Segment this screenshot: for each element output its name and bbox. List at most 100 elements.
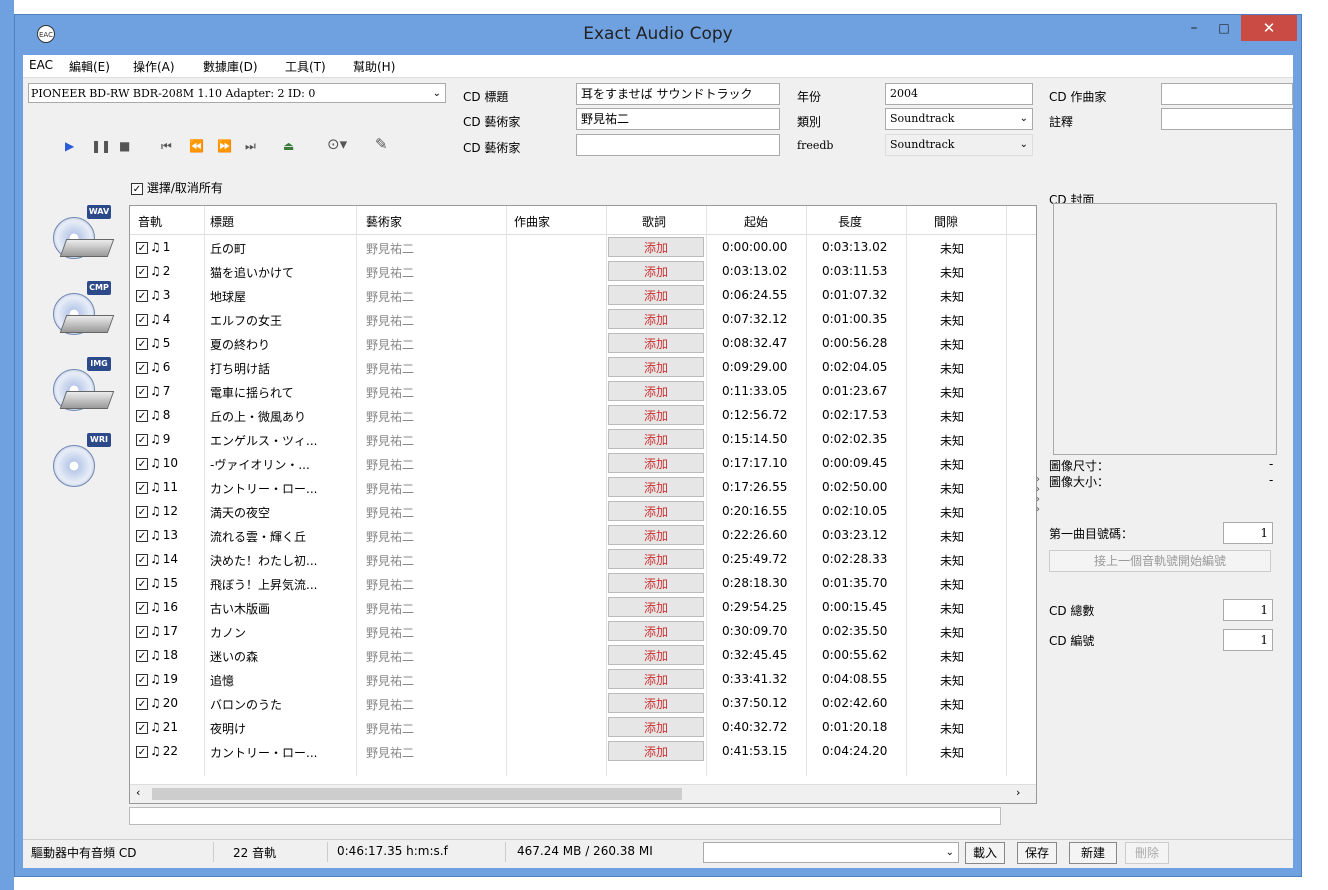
add-lyrics-button[interactable]: 添加 <box>608 741 704 761</box>
add-lyrics-button[interactable]: 添加 <box>608 525 704 545</box>
eject-icon[interactable]: ⏏ <box>283 139 294 153</box>
table-row[interactable]: ✓ ♫ 14 決めた！わたし初... 野見祐二 添加 0:25:49.72 0:02:28.3… <box>130 548 1036 571</box>
scrollbar-thumb[interactable] <box>152 788 682 800</box>
first-track-field[interactable]: 1 <box>1223 522 1273 544</box>
add-lyrics-button[interactable]: 添加 <box>608 333 704 353</box>
cd-artist-field[interactable]: 野見祐二 <box>576 108 780 130</box>
track-cell[interactable]: ✓ ♫ 19 <box>136 672 178 686</box>
panel-toggle-arrows[interactable]: › › › › <box>1033 475 1043 515</box>
horizontal-scrollbar[interactable]: ‹ › <box>130 784 1036 803</box>
add-lyrics-button[interactable]: 添加 <box>608 453 704 473</box>
table-row[interactable]: ✓ ♫ 6 打ち明け話 野見祐二 添加 0:09:29.00 0:02:04.05 未知 <box>130 356 1036 379</box>
table-row[interactable]: ✓ ♫ 5 夏の終わり 野見祐二 添加 0:08:32.47 0:00:56.28 未知 <box>130 332 1036 355</box>
checkbox-checked-icon[interactable]: ✓ <box>136 745 148 758</box>
track-artist[interactable]: 野見祐二 <box>366 720 414 737</box>
col-artist[interactable]: 藝術家 <box>366 213 402 230</box>
checkbox-checked-icon[interactable]: ✓ <box>136 313 148 326</box>
track-cell[interactable]: ✓ ♫ 18 <box>136 648 178 662</box>
track-artist[interactable]: 野見祐二 <box>366 672 414 689</box>
add-lyrics-button[interactable]: 添加 <box>608 285 704 305</box>
track-artist[interactable]: 野見祐二 <box>366 432 414 449</box>
table-row[interactable]: ✓ ♫ 7 電車に揺られて 野見祐二 添加 0:11:33.05 0:01:23.67 未知 <box>130 380 1036 403</box>
table-row[interactable]: ✓ ♫ 22 カントリー・ロー... 野見祐二 添加 0:41:53.15 0:04:24.2… <box>130 740 1036 763</box>
cd-number-field[interactable]: 1 <box>1223 629 1273 651</box>
track-title[interactable]: 決めた！わたし初... <box>210 552 317 569</box>
track-title[interactable]: 電車に揺られて <box>210 384 294 401</box>
add-lyrics-button[interactable]: 添加 <box>608 261 704 281</box>
track-cell[interactable]: ✓ ♫ 21 <box>136 720 178 734</box>
track-title[interactable]: 満天の夜空 <box>210 504 270 521</box>
col-gap[interactable]: 間隙 <box>934 213 958 230</box>
select-all-checkbox[interactable]: ✓ 選擇/取消所有 <box>131 179 223 196</box>
write-cd-button[interactable]: WRI <box>51 433 113 489</box>
track-cell[interactable]: ✓ ♫ 3 <box>136 288 170 302</box>
checkbox-checked-icon[interactable]: ✓ <box>136 289 148 302</box>
add-lyrics-button[interactable]: 添加 <box>608 549 704 569</box>
track-title[interactable]: バロンのうた <box>210 696 282 713</box>
table-row[interactable]: ✓ ♫ 21 夜明け 野見祐二 添加 0:40:32.72 0:01:20.18 未知 <box>130 716 1036 739</box>
track-cell[interactable]: ✓ ♫ 17 <box>136 624 178 638</box>
col-lyrics[interactable]: 歌詞 <box>642 213 666 230</box>
checkbox-checked-icon[interactable]: ✓ <box>136 457 148 470</box>
fast-forward-icon[interactable]: ⏩ <box>217 139 232 153</box>
checkbox-checked-icon[interactable]: ✓ <box>136 601 148 614</box>
checkbox-checked-icon[interactable]: ✓ <box>136 409 148 422</box>
track-title[interactable]: 迷いの森 <box>210 648 258 665</box>
add-lyrics-button[interactable]: 添加 <box>608 309 704 329</box>
track-title[interactable]: 地球屋 <box>210 288 246 305</box>
track-cell[interactable]: ✓ ♫ 16 <box>136 600 178 614</box>
copy-image-button[interactable]: IMG <box>51 357 115 413</box>
track-artist[interactable]: 野見祐二 <box>366 240 414 257</box>
track-artist[interactable]: 野見祐二 <box>366 648 414 665</box>
menu-eac[interactable]: EAC <box>29 58 53 72</box>
add-lyrics-button[interactable]: 添加 <box>608 477 704 497</box>
col-length[interactable]: 長度 <box>838 213 862 230</box>
track-artist[interactable]: 野見祐二 <box>366 384 414 401</box>
checkbox-checked-icon[interactable]: ✓ <box>136 697 148 710</box>
checkbox-checked-icon[interactable]: ✓ <box>136 625 148 638</box>
track-cell[interactable]: ✓ ♫ 6 <box>136 360 170 374</box>
copy-wav-button[interactable]: WAV <box>51 205 115 261</box>
track-title[interactable]: 夏の終わり <box>210 336 270 353</box>
freedb-icon[interactable]: ✎ <box>375 135 388 153</box>
track-cell[interactable]: ✓ ♫ 20 <box>136 696 178 710</box>
checkbox-checked-icon[interactable]: ✓ <box>136 529 148 542</box>
track-artist[interactable]: 野見祐二 <box>366 408 414 425</box>
track-artist[interactable]: 野見祐二 <box>366 552 414 569</box>
table-row[interactable]: ✓ ♫ 4 エルフの女王 野見祐二 添加 0:07:32.12 0:01:00.35 未知 <box>130 308 1036 331</box>
menu-edit[interactable]: 編輯(E) <box>69 58 110 75</box>
maximize-button[interactable]: □ <box>1207 15 1241 41</box>
track-artist[interactable]: 野見祐二 <box>366 504 414 521</box>
add-lyrics-button[interactable]: 添加 <box>608 357 704 377</box>
track-title[interactable]: 猫を追いかけて <box>210 264 294 281</box>
menu-tools[interactable]: 工具(T) <box>285 58 326 75</box>
track-cell[interactable]: ✓ ♫ 1 <box>136 240 170 254</box>
menu-help[interactable]: 幫助(H) <box>353 58 395 75</box>
new-button[interactable]: 新建 <box>1069 842 1117 864</box>
add-lyrics-button[interactable]: 添加 <box>608 501 704 521</box>
table-row[interactable]: ✓ ♫ 19 追憶 野見祐二 添加 0:33:41.32 0:04:08.55 未知 <box>130 668 1036 691</box>
track-cell[interactable]: ✓ ♫ 10 <box>136 456 178 470</box>
track-artist[interactable]: 野見祐二 <box>366 744 414 761</box>
cd-composer-field[interactable] <box>1161 83 1293 105</box>
checkbox-checked-icon[interactable]: ✓ <box>136 433 148 446</box>
track-title[interactable]: 夜明け <box>210 720 246 737</box>
track-artist[interactable]: 野見祐二 <box>366 600 414 617</box>
table-row[interactable]: ✓ ♫ 11 カントリー・ロー... 野見祐二 添加 0:17:26.55 0:02:50.0… <box>130 476 1036 499</box>
track-artist[interactable]: 野見祐二 <box>366 528 414 545</box>
track-title[interactable]: 丘の町 <box>210 240 246 257</box>
track-title[interactable]: 流れる雲・輝く丘 <box>210 528 306 545</box>
play-icon[interactable]: ▶ <box>65 139 74 153</box>
checkbox-checked-icon[interactable]: ✓ <box>136 361 148 374</box>
checkbox-checked-icon[interactable]: ✓ <box>136 673 148 686</box>
checkbox-checked-icon[interactable]: ✓ <box>136 265 148 278</box>
add-lyrics-button[interactable]: 添加 <box>608 621 704 641</box>
continue-numbering-button[interactable]: 接上一個音軌號開始編號 <box>1049 550 1271 572</box>
cd-cover-image[interactable] <box>1053 203 1277 455</box>
track-title[interactable]: カノン <box>210 624 246 641</box>
track-cell[interactable]: ✓ ♫ 7 <box>136 384 170 398</box>
track-title[interactable]: 打ち明け話 <box>210 360 270 377</box>
track-artist[interactable]: 野見祐二 <box>366 696 414 713</box>
scroll-left-icon[interactable]: ‹ <box>136 786 140 799</box>
track-title[interactable]: カントリー・ロー... <box>210 744 317 761</box>
